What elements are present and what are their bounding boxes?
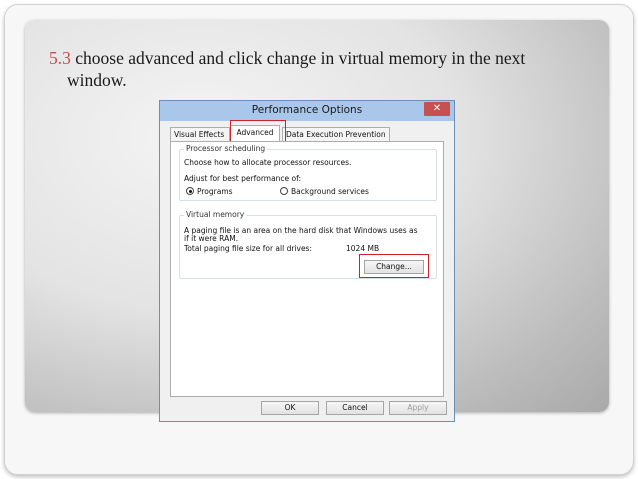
- tab-data-execution-prevention[interactable]: Data Execution Prevention: [282, 127, 390, 141]
- advanced-tab-panel: Processor scheduling Choose how to alloc…: [170, 141, 444, 397]
- total-paging-label: Total paging file size for all drives:: [184, 244, 312, 253]
- step-number: 5.3: [49, 48, 71, 68]
- instruction-line1: choose advanced and click change in virt…: [75, 48, 526, 68]
- processor-description: Choose how to allocate processor resourc…: [184, 158, 352, 167]
- background-services-radio[interactable]: [280, 187, 288, 195]
- processor-scheduling-group: Processor scheduling Choose how to alloc…: [179, 144, 437, 201]
- instruction-line2: window.: [67, 70, 127, 90]
- performance-options-dialog: Performance Options ✕ Visual Effects Adv…: [159, 100, 455, 422]
- slide-instruction: 5.3 choose advanced and click change in …: [49, 47, 589, 91]
- advanced-tab-highlight: [230, 120, 286, 142]
- virtual-memory-group: Virtual memory A paging file is an area …: [179, 210, 437, 279]
- close-icon[interactable]: ✕: [424, 102, 450, 116]
- virtual-memory-desc-line2: if it were RAM.: [184, 234, 239, 243]
- apply-button[interactable]: Apply: [389, 401, 447, 415]
- dialog-title: Performance Options: [251, 104, 363, 116]
- ok-button[interactable]: OK: [261, 401, 319, 415]
- cancel-button[interactable]: Cancel: [326, 401, 384, 415]
- dialog-body: Visual Effects Advanced Data Execution P…: [160, 120, 454, 421]
- change-button-highlight: [359, 254, 429, 278]
- adjust-label: Adjust for best performance of:: [184, 174, 302, 183]
- virtual-memory-group-title: Virtual memory: [184, 210, 247, 219]
- tab-visual-effects[interactable]: Visual Effects: [170, 127, 230, 141]
- total-paging-value: 1024 MB: [346, 244, 380, 253]
- programs-label[interactable]: Programs: [197, 187, 233, 196]
- programs-radio[interactable]: [186, 187, 194, 195]
- processor-group-title: Processor scheduling: [184, 144, 268, 153]
- dialog-titlebar: Performance Options ✕: [160, 101, 454, 121]
- background-services-label[interactable]: Background services: [291, 187, 369, 196]
